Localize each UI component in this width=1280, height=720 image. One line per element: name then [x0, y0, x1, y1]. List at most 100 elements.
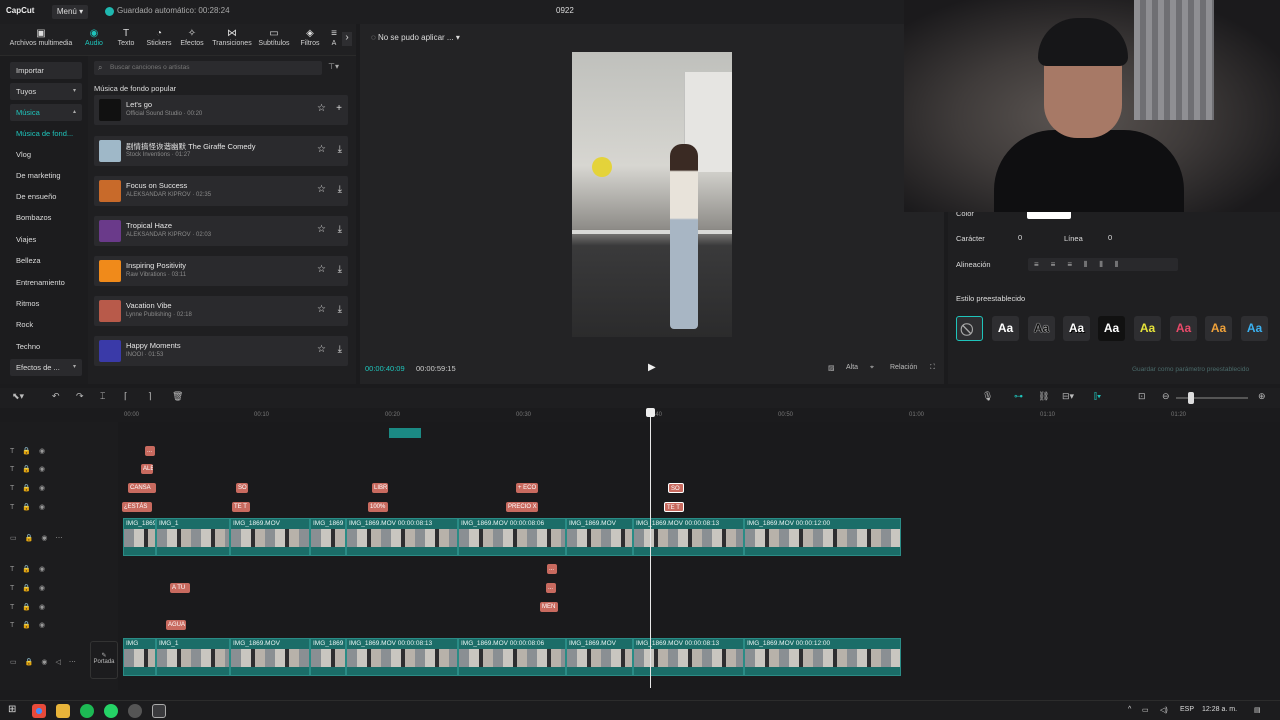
sidebar-item-musica[interactable]: Música ▴	[10, 104, 82, 121]
text-clip[interactable]: CANSA	[128, 483, 156, 493]
quality-button[interactable]: Alta	[846, 364, 858, 371]
video-clip[interactable]: IMG_1869.MOV 00:00:08:13	[346, 518, 458, 556]
star-icon[interactable]: ☆	[317, 184, 326, 195]
sidebar-item-bombazos[interactable]: Bombazos	[10, 209, 82, 226]
save-preset-link[interactable]: Guardar como parámetro preestablecido	[1132, 366, 1249, 373]
capcut-icon[interactable]	[152, 704, 166, 718]
text-clip[interactable]: A TU	[170, 583, 190, 593]
video-track-controls[interactable]: ▭🔒◉⋯	[10, 534, 70, 542]
preset-style[interactable]: Aa	[1028, 316, 1055, 341]
file-explorer-icon[interactable]	[56, 704, 70, 718]
text-track-controls[interactable]: T🔒◉	[10, 447, 53, 455]
main-video-clip[interactable]: IMG	[123, 638, 156, 676]
tab-subtitles[interactable]: ▭ Subtítulos	[256, 28, 292, 54]
fit-icon[interactable]: ▨	[828, 364, 835, 372]
list-item[interactable]: Tropical Haze ALEKSANDAR KIPROV · 02:03 ☆ ⤓	[94, 216, 348, 246]
playhead-handle[interactable]	[646, 408, 655, 417]
download-icon[interactable]: ⤓	[338, 224, 342, 235]
linea-input[interactable]: 0	[1102, 232, 1134, 244]
text-clip[interactable]: ...	[546, 583, 556, 593]
tab-adjust[interactable]: ≡ A	[328, 28, 340, 54]
sidebar-item-importar[interactable]: Importar	[10, 62, 82, 79]
redo-icon[interactable]: ↷	[76, 391, 84, 402]
zoom-out-icon[interactable]: ⊖	[1162, 391, 1170, 402]
zoom-in-icon[interactable]: ⊕	[1258, 391, 1266, 402]
star-icon[interactable]: ☆	[317, 264, 326, 275]
main-video-clip[interactable]: IMG_1869.MOV	[230, 638, 310, 676]
preview-axis-icon[interactable]: ⊟▾	[1062, 391, 1074, 402]
add-icon[interactable]: +	[336, 103, 342, 114]
filter-icon[interactable]: ⊤▾	[328, 62, 339, 71]
preset-style[interactable]: Aa	[1134, 316, 1161, 341]
text-track-controls[interactable]: T🔒◉	[10, 465, 53, 473]
delete-icon[interactable]: 🗑	[172, 391, 183, 402]
main-track-controls[interactable]: ▭🔒◉◁⋯	[10, 658, 84, 666]
star-icon[interactable]: ☆	[317, 224, 326, 235]
tab-filters[interactable]: ◈ Filtros	[296, 28, 324, 54]
text-clip[interactable]: AGUA	[166, 620, 186, 630]
windows-start-icon[interactable]: ⊞	[8, 704, 22, 718]
main-video-clip[interactable]: IMG_1869.MOV 00:00:12:00	[744, 638, 901, 676]
zoom-slider-handle[interactable]	[1188, 392, 1194, 404]
tray-chevron-icon[interactable]: ^	[1128, 706, 1131, 713]
star-icon[interactable]: ☆	[317, 144, 326, 155]
download-icon[interactable]: ⤓	[338, 264, 342, 275]
video-preview[interactable]	[572, 52, 732, 337]
sidebar-item-musica-de-fondo[interactable]: Música de fond...	[10, 125, 82, 142]
text-clip[interactable]: ¿ESTÁS	[122, 502, 152, 512]
text-clip[interactable]: LIBR	[372, 483, 388, 493]
play-button[interactable]: ▶	[648, 362, 656, 373]
video-clip[interactable]: IMG_1869.MOV 00:00:12:00	[744, 518, 901, 556]
preset-style[interactable]: Aa	[1170, 316, 1197, 341]
text-clip[interactable]: TE T	[232, 502, 250, 512]
preset-style[interactable]: Aa	[1098, 316, 1125, 341]
list-item[interactable]: Happy Moments INOOI · 01:53 ☆ ⤓	[94, 336, 348, 366]
video-clip[interactable]: IMG_1869.MOV 00:00:08:06	[458, 518, 566, 556]
main-video-clip[interactable]: IMG_1869.MOV 00:00:08:06	[458, 638, 566, 676]
sidebar-item-belleza[interactable]: Belleza	[10, 252, 82, 269]
language-indicator[interactable]: ESP	[1180, 706, 1194, 713]
aspect-ratio-button[interactable]: Relación	[890, 364, 917, 371]
audio-marker[interactable]	[389, 428, 421, 438]
text-clip[interactable]: PRECIO X	[506, 502, 538, 512]
sidebar-item-efectos[interactable]: Efectos de ... ▾	[10, 359, 82, 376]
snap-icon[interactable]: ⫿▾	[1094, 391, 1101, 402]
screenshot-icon[interactable]: ⌖	[870, 364, 874, 372]
main-video-clip[interactable]: IMG_1	[156, 638, 230, 676]
star-icon[interactable]: ☆	[317, 344, 326, 355]
download-icon[interactable]: ⤓	[338, 304, 342, 315]
sidebar-item-entrenamiento[interactable]: Entrenamiento	[10, 274, 82, 291]
list-item[interactable]: Inspiring Positivity Raw Vibrations · 03:…	[94, 256, 348, 286]
magnet-icon[interactable]: ⊶	[1014, 391, 1023, 402]
main-video-clip[interactable]: IMG_1869.MOV 00:00:08:13	[346, 638, 458, 676]
tab-audio[interactable]: ◉ Audio	[80, 28, 108, 54]
cover-button[interactable]: ✎ Portada	[90, 641, 118, 679]
sidebar-item-tuyos[interactable]: Tuyos ▾	[10, 83, 82, 100]
list-item[interactable]: Vacation Vibe Lynne Publishing · 02:18 ☆ ⤓	[94, 296, 348, 326]
spotify-icon[interactable]	[80, 704, 94, 718]
tab-text[interactable]: T Texto	[112, 28, 140, 54]
preset-style[interactable]: Aa	[1063, 316, 1090, 341]
text-clip[interactable]: 100%	[368, 502, 388, 512]
main-video-clip[interactable]: IMG_1869	[310, 638, 346, 676]
list-item[interactable]: Focus on Success ALEKSANDAR KIPROV · 02:3…	[94, 176, 348, 206]
sidebar-item-viajes[interactable]: Viajes	[10, 231, 82, 248]
player-status[interactable]: ◌ No se pudo aplicar ... ▾	[371, 33, 460, 42]
preset-style[interactable]: Aa	[992, 316, 1019, 341]
playhead[interactable]	[650, 408, 651, 688]
menu-button[interactable]: Menú ▾	[52, 5, 88, 19]
caracter-input[interactable]: 0	[1012, 232, 1044, 244]
select-tool-icon[interactable]: ⬉▾	[12, 391, 24, 402]
alignment-buttons[interactable]: ≡≡≡⫴⫴⫴	[1028, 258, 1178, 271]
video-clip[interactable]: IMG_1869	[123, 518, 156, 556]
video-clip[interactable]: IMG_1	[156, 518, 230, 556]
toolbar-scroll-right[interactable]: ›	[342, 32, 352, 46]
sidebar-item-vlog[interactable]: Vlog	[10, 146, 82, 163]
timeline-tracks[interactable]: ... ALE CANSA SO LIBR + ECO SO ¿ESTÁS TE T 100% PR…	[118, 422, 1280, 690]
text-clip[interactable]: ...	[145, 446, 155, 456]
whatsapp-icon[interactable]	[104, 704, 118, 718]
search-input[interactable]: ⌕ Buscar canciones o artistas	[94, 61, 322, 75]
preset-none[interactable]: ⃠	[956, 316, 983, 341]
star-icon[interactable]: ☆	[317, 103, 326, 114]
text-clip[interactable]: SO	[668, 483, 684, 493]
